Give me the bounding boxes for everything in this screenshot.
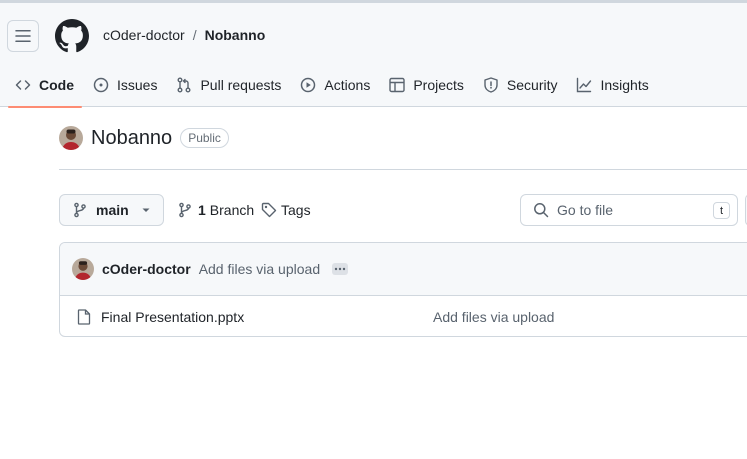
breadcrumb: cOder-doctor / Nobanno [103, 27, 265, 43]
kebab-horizontal-icon [334, 267, 346, 271]
go-to-file-input[interactable]: Go to file t [520, 194, 738, 226]
play-icon [301, 77, 316, 93]
branches-link[interactable]: 1 Branch [177, 202, 254, 218]
tag-icon [261, 202, 277, 218]
owner-link[interactable]: cOder-doctor [103, 27, 185, 43]
file-icon [77, 308, 91, 325]
visibility-badge: Public [180, 128, 229, 148]
git-branch-icon [179, 202, 191, 218]
code-icon [15, 80, 31, 90]
commit-details-button[interactable] [332, 263, 349, 275]
branch-name: main [96, 202, 129, 218]
tags-link[interactable]: Tags [261, 202, 311, 218]
git-pull-request-icon [177, 77, 191, 93]
tab-projects-label: Projects [413, 77, 464, 93]
commit-author-avatar[interactable] [72, 258, 94, 280]
triangle-down-icon [142, 208, 150, 212]
file-browser: cOder-doctor Add files via upload Final … [59, 242, 747, 337]
commit-author-link[interactable]: cOder-doctor [102, 261, 191, 277]
owner-avatar[interactable] [59, 126, 83, 150]
repo-name[interactable]: Nobanno [91, 127, 172, 150]
tab-security[interactable]: Security [475, 63, 569, 107]
tab-projects[interactable]: Projects [381, 63, 475, 107]
file-commit-message-link[interactable]: Add files via upload [433, 309, 554, 325]
git-branch-icon [74, 202, 86, 218]
repo-link[interactable]: Nobanno [205, 27, 266, 43]
repo-tabs: Code Issues Pull requests Actions Projec… [0, 63, 660, 108]
issue-opened-icon [93, 77, 109, 93]
tags-label: Tags [281, 202, 311, 218]
shield-icon [484, 77, 498, 93]
commit-message-link[interactable]: Add files via upload [199, 261, 320, 277]
hamburger-menu-button[interactable] [7, 20, 39, 52]
graph-icon [577, 77, 592, 93]
table-icon [389, 77, 406, 93]
tab-pull-requests[interactable]: Pull requests [168, 63, 292, 107]
repo-title: Nobanno Public [59, 126, 229, 150]
tab-issues-label: Issues [117, 77, 158, 93]
github-logo-icon[interactable] [55, 19, 89, 53]
breadcrumb-separator: / [192, 27, 197, 43]
tab-code[interactable]: Code [0, 63, 85, 108]
tab-insights[interactable]: Insights [568, 63, 659, 107]
tab-pull-requests-label: Pull requests [200, 77, 282, 93]
tab-actions[interactable]: Actions [292, 63, 381, 107]
file-name-link[interactable]: Final Presentation.pptx [101, 309, 244, 325]
tab-actions-label: Actions [324, 77, 371, 93]
tab-insights-label: Insights [600, 77, 649, 93]
branch-word: Branch [209, 202, 255, 218]
repo-header: cOder-doctor / Nobanno Code Issues Pull … [0, 3, 747, 108]
tab-code-label: Code [39, 77, 74, 93]
branch-selector-button[interactable]: main [59, 194, 164, 226]
hamburger-icon [15, 30, 31, 42]
go-to-file-placeholder: Go to file [557, 202, 614, 218]
divider [59, 169, 747, 170]
tab-security-label: Security [506, 77, 558, 93]
keyboard-shortcut-hint: t [713, 202, 730, 219]
tab-issues[interactable]: Issues [85, 63, 168, 107]
branch-count: 1 [198, 202, 206, 218]
latest-commit-row: cOder-doctor Add files via upload [60, 243, 747, 296]
file-row[interactable]: Final Presentation.pptx Add files via up… [60, 296, 747, 336]
search-icon [534, 203, 549, 218]
